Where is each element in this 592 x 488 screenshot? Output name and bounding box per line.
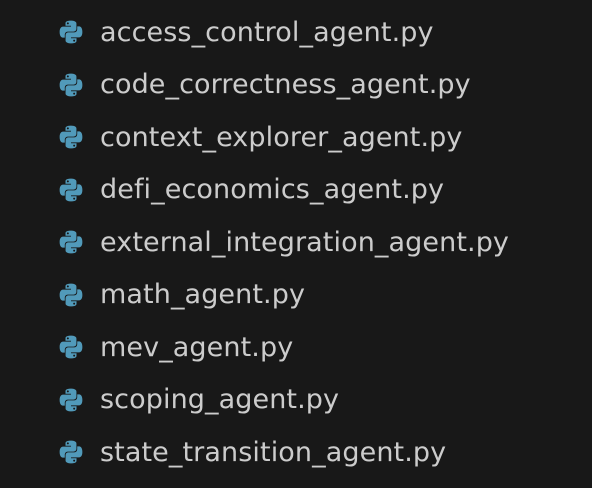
- python-icon: [56, 280, 86, 310]
- python-icon: [56, 437, 86, 467]
- file-item-math-agent[interactable]: math_agent.py: [0, 269, 592, 322]
- python-icon: [56, 70, 86, 100]
- file-item-code-correctness-agent[interactable]: code_correctness_agent.py: [0, 59, 592, 112]
- file-name: defi_economics_agent.py: [100, 174, 445, 206]
- file-name: access_control_agent.py: [100, 16, 434, 48]
- file-item-defi-economics-agent[interactable]: defi_economics_agent.py: [0, 164, 592, 217]
- python-icon: [56, 332, 86, 362]
- file-name: mev_agent.py: [100, 331, 294, 363]
- file-list: access_control_agent.py code_correctness…: [0, 6, 592, 479]
- file-item-scoping-agent[interactable]: scoping_agent.py: [0, 374, 592, 427]
- python-icon: [56, 17, 86, 47]
- python-icon: [56, 227, 86, 257]
- file-name: state_transition_agent.py: [100, 436, 447, 468]
- file-name: context_explorer_agent.py: [100, 121, 463, 153]
- file-item-access-control-agent[interactable]: access_control_agent.py: [0, 6, 592, 59]
- file-name: external_integration_agent.py: [100, 226, 510, 258]
- python-icon: [56, 122, 86, 152]
- file-name: scoping_agent.py: [100, 384, 340, 416]
- file-name: math_agent.py: [100, 279, 306, 311]
- file-item-mev-agent[interactable]: mev_agent.py: [0, 321, 592, 374]
- file-item-external-integration-agent[interactable]: external_integration_agent.py: [0, 216, 592, 269]
- file-item-state-transition-agent[interactable]: state_transition_agent.py: [0, 426, 592, 479]
- python-icon: [56, 385, 86, 415]
- file-item-context-explorer-agent[interactable]: context_explorer_agent.py: [0, 111, 592, 164]
- file-name: code_correctness_agent.py: [100, 69, 471, 101]
- file-explorer: access_control_agent.py code_correctness…: [0, 0, 592, 488]
- python-icon: [56, 175, 86, 205]
